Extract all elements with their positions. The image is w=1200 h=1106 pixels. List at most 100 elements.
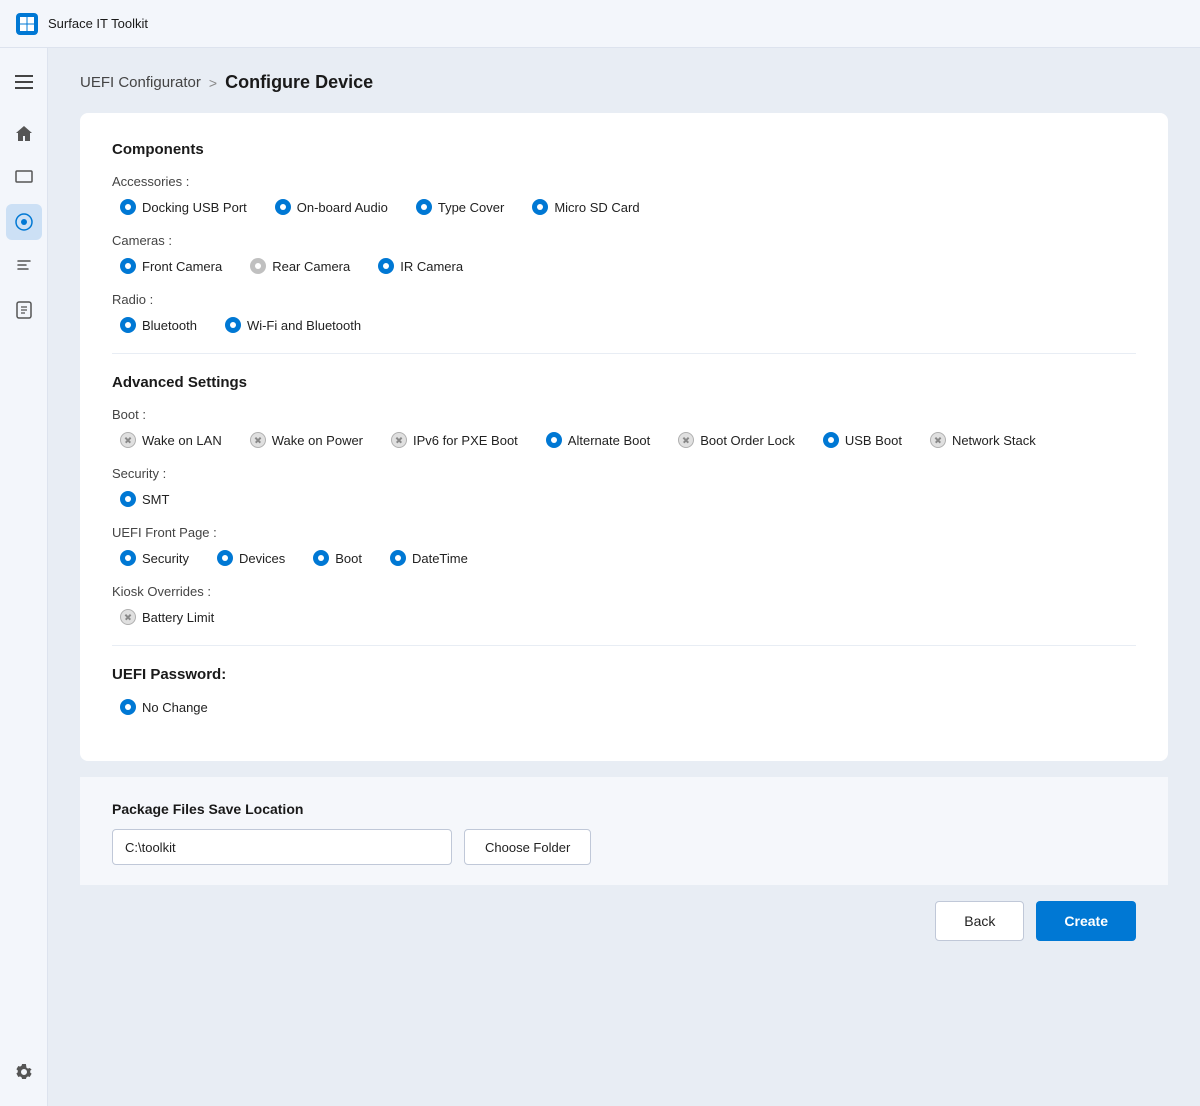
- list-item[interactable]: Rear Camera: [250, 258, 350, 274]
- kiosk-overrides-section: Kiosk Overrides : Battery Limit: [112, 584, 1136, 625]
- micro-sd-card-label: Micro SD Card: [554, 200, 639, 215]
- uefi-password-section: No Change: [112, 699, 1136, 715]
- breadcrumb-link[interactable]: UEFI Configurator: [80, 74, 201, 91]
- ir-camera-dot: [378, 258, 394, 274]
- sidebar-item-devices[interactable]: [6, 160, 42, 196]
- front-camera-label: Front Camera: [142, 259, 222, 274]
- uefi-password-options: No Change: [112, 699, 1136, 715]
- kiosk-overrides-label: Kiosk Overrides :: [112, 584, 1136, 599]
- list-item[interactable]: Front Camera: [120, 258, 222, 274]
- list-item[interactable]: IPv6 for PXE Boot: [391, 432, 518, 448]
- list-item[interactable]: No Change: [120, 699, 208, 715]
- title-bar: Surface IT Toolkit: [0, 0, 1200, 48]
- uefi-front-page-label: UEFI Front Page :: [112, 525, 1136, 540]
- rear-camera-label: Rear Camera: [272, 259, 350, 274]
- security-section: Security : SMT: [112, 466, 1136, 507]
- components-card: Components Accessories : Docking USB Por…: [80, 113, 1168, 761]
- fp-devices-dot: [217, 550, 233, 566]
- fp-security-label: Security: [142, 551, 189, 566]
- list-item[interactable]: Wake on Power: [250, 432, 363, 448]
- bottom-bar: Back Create: [80, 885, 1168, 957]
- package-row: Choose Folder: [112, 829, 1136, 865]
- list-item[interactable]: Alternate Boot: [546, 432, 650, 448]
- alternate-boot-dot: [546, 432, 562, 448]
- sidebar-item-reports[interactable]: [6, 292, 42, 328]
- list-item[interactable]: DateTime: [390, 550, 468, 566]
- network-stack-dot: [930, 432, 946, 448]
- package-section: Package Files Save Location Choose Folde…: [80, 777, 1168, 885]
- wake-on-power-label: Wake on Power: [272, 433, 363, 448]
- sidebar-item-scripts[interactable]: [6, 248, 42, 284]
- sidebar-menu-button[interactable]: [6, 64, 42, 100]
- choose-folder-button[interactable]: Choose Folder: [464, 829, 591, 865]
- create-button[interactable]: Create: [1036, 901, 1136, 941]
- battery-limit-dot: [120, 609, 136, 625]
- usb-boot-dot: [823, 432, 839, 448]
- cameras-options: Front Camera Rear Camera IR Camera: [112, 258, 1136, 274]
- breadcrumb: UEFI Configurator > Configure Device: [80, 72, 1168, 93]
- list-item[interactable]: Devices: [217, 550, 285, 566]
- list-item[interactable]: Micro SD Card: [532, 199, 639, 215]
- no-change-label: No Change: [142, 700, 208, 715]
- fp-security-dot: [120, 550, 136, 566]
- battery-limit-label: Battery Limit: [142, 610, 214, 625]
- accessories-section: Accessories : Docking USB Port On-board …: [112, 174, 1136, 215]
- path-input[interactable]: [112, 829, 452, 865]
- list-item[interactable]: Battery Limit: [120, 609, 214, 625]
- divider2: [112, 645, 1136, 646]
- wake-on-lan-dot: [120, 432, 136, 448]
- radio-options: Bluetooth Wi-Fi and Bluetooth: [112, 317, 1136, 333]
- sidebar-item-uefi[interactable]: [6, 204, 42, 240]
- accessories-label: Accessories :: [112, 174, 1136, 189]
- front-camera-dot: [120, 258, 136, 274]
- ir-camera-label: IR Camera: [400, 259, 463, 274]
- onboard-audio-dot: [275, 199, 291, 215]
- list-item[interactable]: Bluetooth: [120, 317, 197, 333]
- sidebar-settings-button[interactable]: [6, 1054, 42, 1090]
- list-item[interactable]: IR Camera: [378, 258, 463, 274]
- docking-usb-port-dot: [120, 199, 136, 215]
- fp-boot-label: Boot: [335, 551, 362, 566]
- wifi-bluetooth-label: Wi-Fi and Bluetooth: [247, 318, 361, 333]
- breadcrumb-separator: >: [209, 75, 217, 91]
- fp-boot-dot: [313, 550, 329, 566]
- uefi-password-title: UEFI Password:: [112, 666, 1136, 683]
- uefi-front-page-options: Security Devices Boot DateTime: [112, 550, 1136, 566]
- list-item[interactable]: On-board Audio: [275, 199, 388, 215]
- no-change-dot: [120, 699, 136, 715]
- bluetooth-dot: [120, 317, 136, 333]
- kiosk-overrides-options: Battery Limit: [112, 609, 1136, 625]
- boot-options: Wake on LAN Wake on Power IPv6 for PXE B…: [112, 432, 1136, 448]
- list-item[interactable]: Wake on LAN: [120, 432, 222, 448]
- list-item[interactable]: SMT: [120, 491, 169, 507]
- list-item[interactable]: Type Cover: [416, 199, 504, 215]
- fp-devices-label: Devices: [239, 551, 285, 566]
- list-item[interactable]: Wi-Fi and Bluetooth: [225, 317, 361, 333]
- components-title: Components: [112, 141, 1136, 158]
- smt-label: SMT: [142, 492, 169, 507]
- app-title: Surface IT Toolkit: [48, 16, 148, 31]
- sidebar: [0, 48, 48, 1106]
- list-item[interactable]: USB Boot: [823, 432, 902, 448]
- list-item[interactable]: Docking USB Port: [120, 199, 247, 215]
- usb-boot-label: USB Boot: [845, 433, 902, 448]
- wifi-bluetooth-dot: [225, 317, 241, 333]
- list-item[interactable]: Network Stack: [930, 432, 1036, 448]
- fp-datetime-dot: [390, 550, 406, 566]
- boot-order-lock-dot: [678, 432, 694, 448]
- rear-camera-dot: [250, 258, 266, 274]
- list-item[interactable]: Security: [120, 550, 189, 566]
- radio-section: Radio : Bluetooth Wi-Fi and Bluetooth: [112, 292, 1136, 333]
- uefi-front-page-section: UEFI Front Page : Security Devices Boot: [112, 525, 1136, 566]
- fp-datetime-label: DateTime: [412, 551, 468, 566]
- sidebar-item-home[interactable]: [6, 116, 42, 152]
- back-button[interactable]: Back: [935, 901, 1024, 941]
- package-title: Package Files Save Location: [112, 801, 1136, 817]
- ipv6-pxe-boot-dot: [391, 432, 407, 448]
- advanced-title: Advanced Settings: [112, 374, 1136, 391]
- divider: [112, 353, 1136, 354]
- smt-dot: [120, 491, 136, 507]
- list-item[interactable]: Boot Order Lock: [678, 432, 795, 448]
- list-item[interactable]: Boot: [313, 550, 362, 566]
- micro-sd-card-dot: [532, 199, 548, 215]
